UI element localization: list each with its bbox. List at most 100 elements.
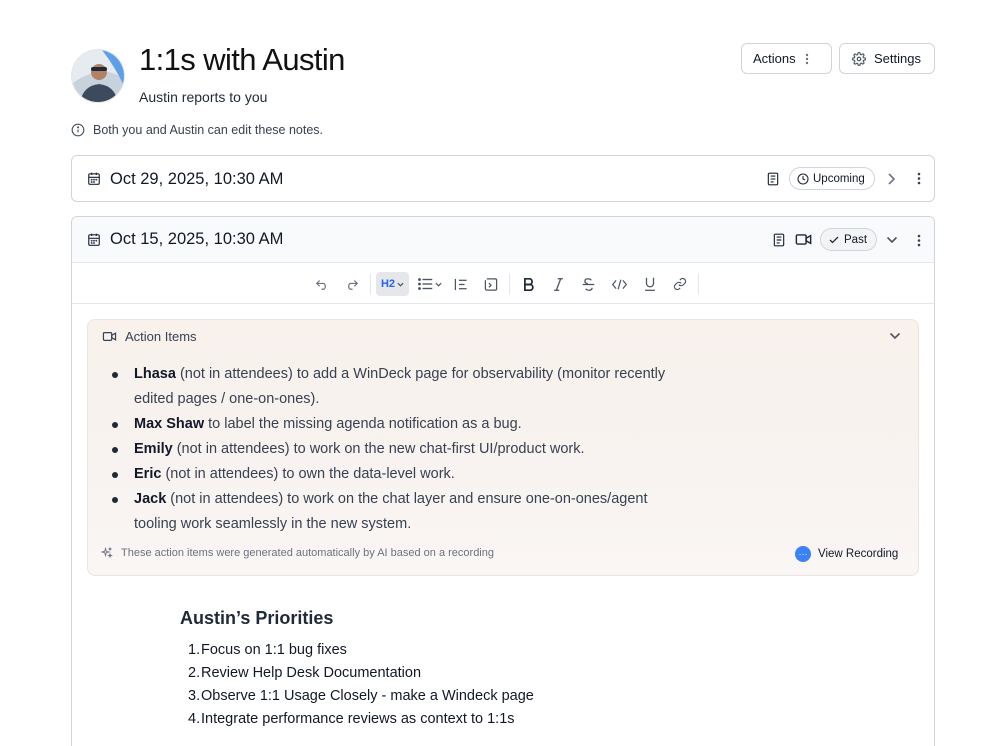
list-item: Emily (not in attendees) to work on the … bbox=[112, 437, 694, 462]
meeting-date: Oct 15, 2025, 10:30 AM bbox=[110, 230, 284, 248]
redo-button[interactable] bbox=[340, 272, 364, 296]
sparkle-icon bbox=[101, 547, 113, 559]
code-block-button[interactable] bbox=[479, 272, 503, 296]
editor-toolbar: H2 bbox=[72, 264, 934, 304]
action-text: (not in attendees) to add a WinDeck page… bbox=[134, 366, 666, 407]
link-icon bbox=[673, 277, 687, 291]
list-icon bbox=[418, 278, 433, 290]
avatar[interactable] bbox=[71, 49, 125, 103]
meeting-header[interactable]: Oct 15, 2025, 10:30 AM Past bbox=[72, 217, 934, 263]
bold-button[interactable] bbox=[516, 272, 540, 296]
block-icon bbox=[484, 277, 498, 291]
chevron-down-icon[interactable] bbox=[886, 235, 898, 245]
toolbar-divider bbox=[509, 274, 510, 294]
underline-button[interactable] bbox=[638, 272, 662, 296]
action-items-list: Lhasa (not in attendees) to add a WinDec… bbox=[112, 362, 694, 537]
more-vertical-icon[interactable] bbox=[917, 172, 921, 185]
list-number: 4. bbox=[188, 711, 201, 727]
gear-icon bbox=[852, 51, 866, 66]
action-items-title: Action Items bbox=[125, 329, 197, 344]
chevron-right-icon[interactable] bbox=[886, 172, 896, 186]
priority-text: Integrate performance reviews as context… bbox=[201, 711, 515, 727]
calendar-icon bbox=[88, 233, 100, 246]
action-text: to label the missing agenda notification… bbox=[204, 416, 522, 432]
bold-icon bbox=[523, 277, 534, 291]
inline-code-button[interactable] bbox=[607, 272, 631, 296]
status-badge: Past bbox=[820, 228, 878, 251]
info-icon bbox=[71, 123, 85, 137]
priorities-list: 1.Focus on 1:1 bug fixes 2.Review Help D… bbox=[180, 639, 534, 731]
settings-button[interactable]: Settings bbox=[839, 43, 935, 74]
page-subtitle: Austin reports to you bbox=[139, 89, 268, 105]
blockquote-button[interactable] bbox=[449, 272, 473, 296]
assignee-name: Lhasa bbox=[134, 366, 176, 382]
more-vertical-icon bbox=[805, 53, 809, 65]
status-label: Upcoming bbox=[813, 172, 865, 185]
list-item: Jack (not in attendees) to work on the c… bbox=[112, 487, 694, 537]
assignee-name: Max Shaw bbox=[134, 416, 205, 432]
assignee-name: Emily bbox=[134, 441, 173, 457]
heading-select[interactable]: H2 bbox=[376, 272, 409, 296]
code-icon bbox=[611, 279, 627, 289]
priority-text: Observe 1:1 Usage Closely - make a Winde… bbox=[201, 688, 534, 704]
view-recording-label: View Recording bbox=[818, 548, 899, 560]
indent-icon bbox=[454, 278, 467, 290]
list-select[interactable] bbox=[415, 272, 445, 296]
action-text: (not in attendees) to work on the chat l… bbox=[134, 491, 648, 532]
settings-label: Settings bbox=[874, 51, 921, 66]
action-items-panel: Action Items Lhasa (not in attendees) to… bbox=[87, 319, 919, 576]
action-text: (not in attendees) to work on the new ch… bbox=[172, 441, 585, 457]
undo-button[interactable] bbox=[310, 272, 334, 296]
notes-icon[interactable] bbox=[772, 232, 786, 248]
meeting-card-upcoming[interactable]: Oct 29, 2025, 10:30 AM Upcoming bbox=[71, 155, 935, 202]
actions-button[interactable]: Actions bbox=[741, 43, 832, 74]
notes-icon[interactable] bbox=[766, 171, 780, 187]
recording-icon: ··· bbox=[795, 546, 811, 562]
list-item: Lhasa (not in attendees) to add a WinDec… bbox=[112, 362, 694, 412]
assignee-name: Eric bbox=[134, 466, 162, 482]
list-number: 1. bbox=[188, 642, 201, 658]
strikethrough-button[interactable] bbox=[576, 272, 600, 296]
list-item: 2.Review Help Desk Documentation bbox=[180, 662, 534, 685]
status-label: Past bbox=[844, 233, 868, 246]
strikethrough-icon bbox=[582, 277, 594, 291]
list-item: Max Shaw to label the missing agenda not… bbox=[112, 412, 694, 437]
ai-disclaimer-text: These action items were generated automa… bbox=[121, 547, 494, 559]
underline-icon bbox=[645, 277, 655, 291]
list-number: 3. bbox=[188, 688, 201, 704]
meeting-card-past: Oct 15, 2025, 10:30 AM Past H2 Action It… bbox=[71, 216, 935, 746]
list-item: 4.Integrate performance reviews as conte… bbox=[180, 708, 534, 731]
chevron-down-icon bbox=[435, 282, 442, 287]
action-text: (not in attendees) to own the data-level… bbox=[161, 466, 455, 482]
assignee-name: Jack bbox=[134, 491, 167, 507]
edit-info: Both you and Austin can edit these notes… bbox=[71, 123, 323, 137]
check-icon bbox=[829, 236, 839, 243]
heading-icon: H2 bbox=[380, 278, 396, 290]
calendar-icon bbox=[88, 172, 100, 185]
italic-button[interactable] bbox=[546, 272, 570, 296]
page-title: 1:1s with Austin bbox=[139, 42, 345, 77]
action-items-header[interactable]: Action Items bbox=[102, 329, 197, 344]
list-number: 2. bbox=[188, 665, 201, 681]
toolbar-divider bbox=[370, 274, 371, 294]
priority-text: Review Help Desk Documentation bbox=[201, 665, 422, 681]
priorities-heading: Austin’s Priorities bbox=[180, 608, 334, 628]
list-item: 3.Observe 1:1 Usage Closely - make a Win… bbox=[180, 685, 534, 708]
priority-text: Focus on 1:1 bug fixes bbox=[201, 642, 347, 658]
edit-info-text: Both you and Austin can edit these notes… bbox=[93, 123, 324, 137]
toolbar-divider bbox=[698, 274, 699, 294]
clock-icon bbox=[797, 172, 809, 185]
list-item: 1.Focus on 1:1 bug fixes bbox=[180, 639, 534, 662]
chevron-down-icon bbox=[397, 282, 404, 287]
view-recording-button[interactable]: ··· View Recording bbox=[795, 546, 898, 562]
more-vertical-icon[interactable] bbox=[917, 234, 921, 247]
meeting-date: Oct 29, 2025, 10:30 AM bbox=[110, 169, 284, 188]
undo-icon bbox=[315, 280, 326, 290]
link-button[interactable] bbox=[668, 272, 692, 296]
italic-icon bbox=[553, 277, 563, 291]
meeting-header[interactable]: Oct 29, 2025, 10:30 AM Upcoming bbox=[72, 156, 934, 202]
video-icon[interactable] bbox=[795, 233, 812, 246]
redo-icon bbox=[348, 280, 359, 290]
chevron-down-icon[interactable] bbox=[889, 332, 901, 340]
actions-label: Actions bbox=[753, 51, 796, 66]
